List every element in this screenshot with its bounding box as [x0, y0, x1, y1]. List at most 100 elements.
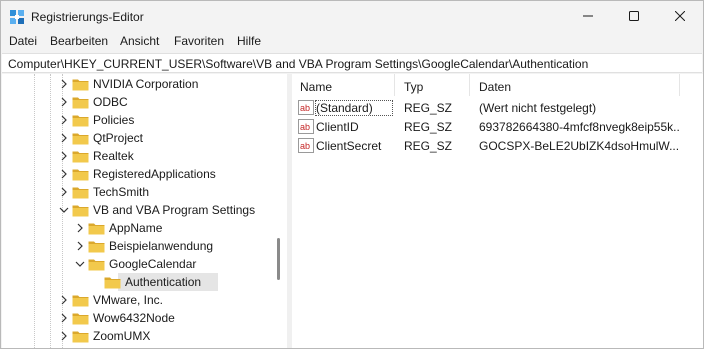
tree-item-label: ODBC [93, 95, 128, 109]
string-value-icon: ab [298, 138, 314, 153]
tree-item-label: QtProject [93, 131, 144, 145]
tree-item-label: Beispielanwendung [109, 239, 214, 253]
tree-item[interactable]: Realtek [2, 147, 272, 165]
folder-icon [104, 277, 121, 289]
tree-item[interactable]: GoogleCalendar [2, 255, 272, 273]
tree-item[interactable]: Wow6432Node [2, 309, 272, 327]
folder-icon [72, 169, 89, 181]
regedit-icon [10, 10, 24, 24]
column-header-row: Name Typ Daten [292, 74, 703, 96]
tree-item[interactable]: Policies [2, 111, 272, 129]
chevron-right-icon[interactable] [59, 151, 69, 161]
tree-item-label: VB and VBA Program Settings [93, 203, 256, 217]
tree-item[interactable]: QtProject [2, 129, 272, 147]
folder-icon [88, 259, 105, 271]
value-data: 693782664380-4mfcf8nvegk8eip55k... [479, 120, 679, 134]
string-value-icon: ab [298, 100, 314, 115]
folder-icon [72, 205, 89, 217]
tree-item[interactable]: VMware, Inc. [2, 291, 272, 309]
chevron-right-icon[interactable] [59, 331, 69, 341]
tree-item[interactable]: Beispielanwendung [2, 237, 272, 255]
svg-text:ab: ab [300, 122, 310, 132]
column-header-name[interactable]: Name [300, 80, 332, 94]
value-row[interactable]: ab (Standard) REG_SZ (Wert nicht festgelegt… [292, 98, 703, 117]
close-button[interactable] [657, 1, 703, 31]
chevron-right-icon[interactable] [75, 223, 85, 233]
value-name: (Standard) [315, 100, 393, 116]
folder-icon [72, 295, 89, 307]
tree-item[interactable]: Authentication [2, 273, 272, 291]
chevron-down-icon[interactable] [75, 259, 85, 269]
tree-item[interactable]: AppName [2, 219, 272, 237]
value-data: GOCSPX-BeLE2UbIZK4dsoHmulW... [479, 139, 679, 153]
chevron-right-icon[interactable] [75, 241, 85, 251]
tree-item-label: VMware, Inc. [93, 293, 164, 307]
folder-icon [72, 151, 89, 163]
folder-icon [72, 331, 89, 343]
value-type: REG_SZ [404, 101, 453, 115]
tree-item-label: TechSmith [93, 185, 150, 199]
title-bar[interactable]: Registrierungs-Editor [1, 1, 703, 31]
value-name: ClientID [316, 120, 359, 134]
folder-icon [88, 241, 105, 253]
close-icon [675, 11, 685, 21]
maximize-button[interactable] [611, 1, 657, 31]
address-bar[interactable]: Computer\HKEY_CURRENT_USER\Software\VB a… [2, 53, 702, 73]
menu-datei[interactable]: Datei [9, 34, 37, 48]
column-header-data[interactable]: Daten [479, 80, 511, 94]
tree-item-label: NVIDIA Corporation [93, 77, 199, 91]
folder-icon [72, 115, 89, 127]
tree-item-label: RegisteredApplications [93, 167, 216, 181]
folder-icon [72, 313, 89, 325]
key-tree-pane[interactable]: NVIDIA Corporation ODBC Policies QtProject R… [2, 74, 287, 348]
value-type: REG_SZ [404, 120, 453, 134]
minimize-button[interactable] [565, 1, 611, 31]
value-type: REG_SZ [404, 139, 453, 153]
chevron-down-icon[interactable] [59, 205, 69, 215]
chevron-right-icon[interactable] [59, 169, 69, 179]
chevron-right-icon[interactable] [59, 97, 69, 107]
string-value-icon: ab [298, 119, 314, 134]
chevron-right-icon[interactable] [59, 187, 69, 197]
menu-bearbeiten[interactable]: Bearbeiten [50, 34, 108, 48]
column-header-type[interactable]: Typ [404, 80, 423, 94]
chevron-right-icon[interactable] [59, 79, 69, 89]
tree-item[interactable]: VB and VBA Program Settings [2, 201, 272, 219]
tree-item[interactable]: TechSmith [2, 183, 272, 201]
menu-hilfe[interactable]: Hilfe [237, 34, 261, 48]
folder-icon [72, 79, 89, 91]
folder-icon [72, 133, 89, 145]
tree-item-label: Realtek [93, 149, 134, 163]
column-separator[interactable] [679, 74, 680, 96]
chevron-right-icon[interactable] [59, 115, 69, 125]
tree-item-label: GoogleCalendar [109, 257, 197, 271]
chevron-right-icon[interactable] [59, 313, 69, 323]
address-path[interactable]: Computer\HKEY_CURRENT_USER\Software\VB a… [8, 57, 588, 71]
tree-item[interactable]: ODBC [2, 93, 272, 111]
tree-item[interactable]: ZoomUMX [2, 327, 272, 345]
tree-item[interactable]: NVIDIA Corporation [2, 75, 272, 93]
values-pane[interactable]: Name Typ Daten ab (Standard) REG_SZ (Wert n… [292, 74, 703, 348]
menu-bar: Datei Bearbeiten Ansicht Favoriten Hilfe [1, 32, 703, 52]
window-title: Registrierungs-Editor [31, 10, 144, 24]
svg-text:ab: ab [300, 103, 310, 113]
tree-item-label: Authentication [125, 275, 202, 289]
column-separator[interactable] [469, 74, 470, 96]
chevron-right-icon[interactable] [59, 133, 69, 143]
value-row[interactable]: ab ClientSecret REG_SZ GOCSPX-BeLE2UbIZK4ds… [292, 136, 703, 155]
svg-text:ab: ab [300, 141, 310, 151]
chevron-right-icon[interactable] [59, 295, 69, 305]
menu-favoriten[interactable]: Favoriten [174, 34, 224, 48]
folder-icon [72, 187, 89, 199]
value-row[interactable]: ab ClientID REG_SZ 693782664380-4mfcf8nvegk… [292, 117, 703, 136]
tree-item-label: ZoomUMX [93, 329, 151, 343]
tree-item-label: Policies [93, 113, 135, 127]
tree-item[interactable]: RegisteredApplications [2, 165, 272, 183]
column-separator[interactable] [394, 74, 395, 96]
tree-item-label: Wow6432Node [93, 311, 175, 325]
registry-editor-window: Registrierungs-Editor Datei Bearbeiten A… [0, 0, 704, 349]
tree-scrollbar[interactable] [277, 238, 280, 280]
folder-icon [88, 223, 105, 235]
value-name: ClientSecret [316, 139, 382, 153]
menu-ansicht[interactable]: Ansicht [120, 34, 159, 48]
